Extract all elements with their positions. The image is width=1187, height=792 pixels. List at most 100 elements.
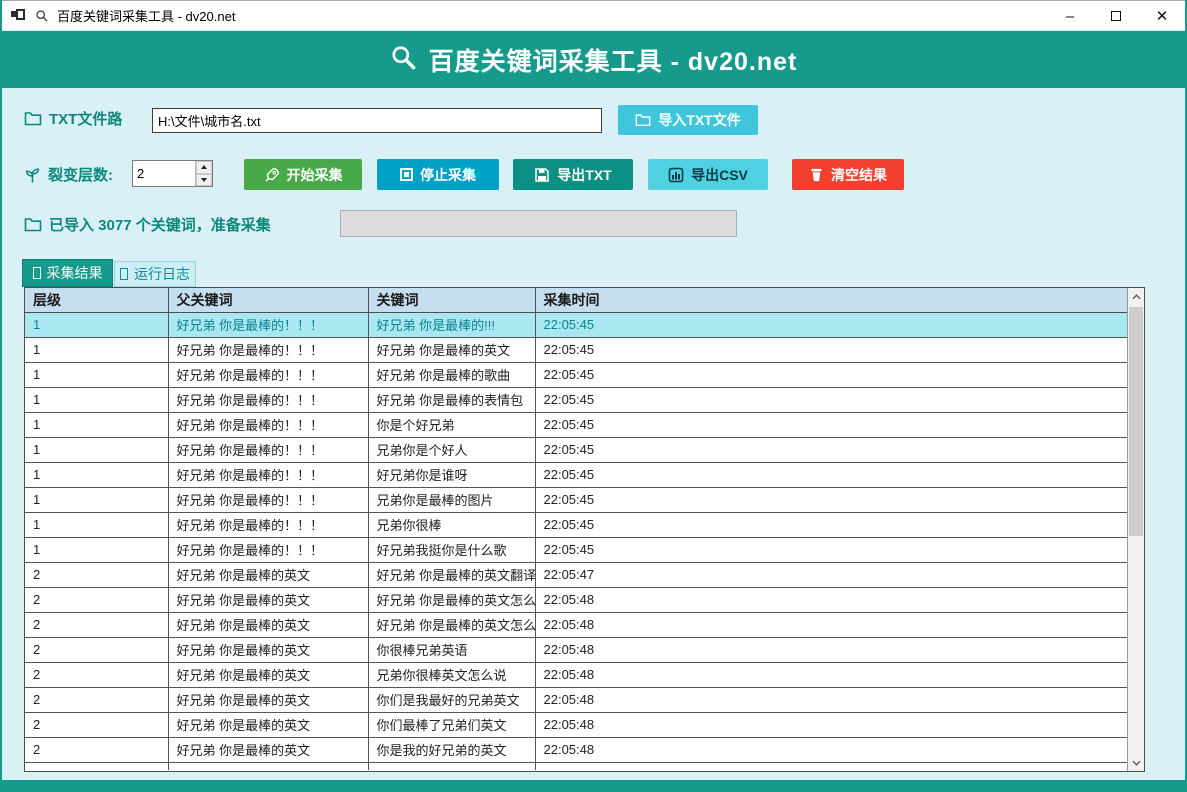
vertical-scrollbar[interactable] [1127, 288, 1144, 771]
scroll-up-button[interactable] [1128, 288, 1144, 305]
scroll-down-button[interactable] [1128, 754, 1144, 771]
table-cell: 好兄弟 你是最棒的歌曲 [368, 362, 535, 387]
table-cell: 2 [25, 637, 168, 662]
table-cell: 22:05:45 [535, 362, 1127, 387]
minimize-button[interactable]: – [1047, 1, 1093, 31]
stepper-down-button[interactable] [196, 174, 212, 187]
table-cell: 22:05:48 [535, 612, 1127, 637]
table-cell: 22:05:48 [535, 737, 1127, 762]
table-cell: 22:05:47 [535, 562, 1127, 587]
table-row[interactable]: 1好兄弟 你是最棒的！！！兄弟你是最棒的图片22:05:45 [25, 487, 1127, 512]
column-header[interactable]: 关键词 [368, 288, 535, 312]
table-cell: 好兄弟 你是最棒的！！！ [168, 387, 368, 412]
tab-log[interactable]: 运行日志 [114, 261, 196, 287]
table-row[interactable]: 1好兄弟 你是最棒的！！！兄弟你很棒22:05:45 [25, 512, 1127, 537]
start-collect-label: 开始采集 [287, 165, 343, 185]
table-cell: 好兄弟 你是最棒的英文 [168, 687, 368, 712]
table-cell: 22:05:45 [535, 512, 1127, 537]
table-cell: 你很棒兄弟英语 [368, 637, 535, 662]
table-cell: 22:05:48 [535, 712, 1127, 737]
table-row[interactable]: 2好兄弟 你是最棒的英文你们是我最好的兄弟英文22:05:48 [25, 687, 1127, 712]
table-row[interactable]: 1好兄弟 你是最棒的！！！好兄弟 你是最棒的!!!22:05:45 [25, 312, 1127, 337]
table-cell: 好兄弟 你是最棒的英文怎么... [368, 587, 535, 612]
clear-results-label: 清空结果 [831, 165, 887, 185]
folder-icon [635, 113, 651, 127]
app-icon [11, 9, 26, 22]
scrollbar-thumb[interactable] [1129, 307, 1143, 536]
table-row[interactable]: 2好兄弟 你是最棒的英文你是我的好兄弟的英文22:05:48 [25, 737, 1127, 762]
close-button[interactable]: ✕ [1139, 1, 1185, 31]
table-row[interactable]: 2好兄弟 你是最棒的英文你很棒兄弟英语22:05:48 [25, 637, 1127, 662]
tab-results[interactable]: 采集结果 [22, 259, 113, 287]
app-window: 百度关键词采集工具 - dv20.net – ✕ 百度关键词采集工具 - dv2… [0, 0, 1187, 792]
table-cell: 好兄弟 你是最棒的英文 [168, 712, 368, 737]
bar-chart-icon [668, 167, 684, 183]
stop-collect-button[interactable]: 停止采集 [377, 159, 499, 190]
folder-icon [24, 111, 42, 126]
export-txt-button[interactable]: 导出TXT [513, 159, 633, 190]
table-row[interactable]: 1好兄弟 你是最棒的！！！你是个好兄弟22:05:45 [25, 412, 1127, 437]
column-header[interactable]: 层级 [25, 288, 168, 312]
column-header[interactable]: 采集时间 [535, 288, 1127, 312]
export-csv-button[interactable]: 导出CSV [648, 159, 768, 190]
start-collect-button[interactable]: 开始采集 [244, 159, 362, 190]
chevron-down-icon [1132, 760, 1141, 766]
stepper-up-button[interactable] [196, 161, 212, 174]
column-header[interactable]: 父关键词 [168, 288, 368, 312]
table-row[interactable]: 2好兄弟 你是最棒的英文你们最棒了兄弟们英文22:05:48 [25, 712, 1127, 737]
maximize-icon [1111, 11, 1121, 21]
table-cell [25, 762, 168, 770]
table-cell: 22:05:45 [535, 537, 1127, 562]
table-row[interactable]: 1好兄弟 你是最棒的！！！好兄弟 你是最棒的表情包22:05:45 [25, 387, 1127, 412]
table-row[interactable]: 1好兄弟 你是最棒的！！！好兄弟我挺你是什么歌22:05:45 [25, 537, 1127, 562]
table-cell: 2 [25, 737, 168, 762]
file-path-input[interactable] [152, 108, 602, 133]
table-cell: 1 [25, 362, 168, 387]
table-row[interactable]: 2好兄弟 你是最棒的英文兄弟你很棒英文怎么说22:05:48 [25, 662, 1127, 687]
banner-title: 百度关键词采集工具 - dv20.net [429, 42, 798, 78]
table-row[interactable]: 1好兄弟 你是最棒的！！！兄弟你是个好人22:05:45 [25, 437, 1127, 462]
up-arrow-icon [201, 165, 207, 169]
results-tbody: 1好兄弟 你是最棒的！！！好兄弟 你是最棒的!!!22:05:451好兄弟 你是… [25, 312, 1127, 770]
table-cell: 好兄弟 你是最棒的英文 [168, 737, 368, 762]
table-cell: 兄弟你很棒英文怎么说 [368, 662, 535, 687]
table-cell: 22:05:45 [535, 387, 1127, 412]
table-cell: 兄弟你很棒 [368, 512, 535, 537]
table-cell: 2 [25, 687, 168, 712]
table-cell: 1 [25, 437, 168, 462]
table-cell: 好兄弟你是谁呀 [368, 462, 535, 487]
table-row[interactable]: 1好兄弟 你是最棒的！！！好兄弟 你是最棒的歌曲22:05:45 [25, 362, 1127, 387]
trash-icon [809, 167, 824, 183]
file-path-label-group: TXT文件路 [24, 108, 122, 129]
table-row[interactable]: 2好兄弟 你是最棒的英文好兄弟 你是最棒的英文翻译22:05:47 [25, 562, 1127, 587]
rocket-icon [264, 167, 280, 183]
table-cell: 22:05:48 [535, 687, 1127, 712]
clear-results-button[interactable]: 清空结果 [792, 159, 904, 190]
down-arrow-icon [201, 178, 207, 182]
table-cell: 好兄弟 你是最棒的！！！ [168, 312, 368, 337]
export-csv-label: 导出CSV [691, 165, 748, 185]
table-cell: 好兄弟 你是最棒的！！！ [168, 412, 368, 437]
table-cell: 22:05:45 [535, 487, 1127, 512]
table-cell [535, 762, 1127, 770]
table-cell: 好兄弟 你是最棒的英文翻译 [368, 562, 535, 587]
bottom-accent-strip [2, 780, 1185, 792]
table-row[interactable]: 2好兄弟 你是最棒的英文好兄弟 你是最棒的英文怎么...22:05:48 [25, 587, 1127, 612]
import-txt-button[interactable]: 导入TXT文件 [618, 105, 758, 135]
table-cell: 2 [25, 712, 168, 737]
table-row[interactable]: 2好兄弟 你是最棒的英文好兄弟 你是最棒的英文怎么...22:05:48 [25, 612, 1127, 637]
seedling-icon [24, 166, 41, 184]
table-cell: 好兄弟 你是最棒的！！！ [168, 487, 368, 512]
window-title: 百度关键词采集工具 - dv20.net [57, 6, 235, 25]
depth-label: 裂变层数: [48, 164, 113, 185]
table-cell: 22:05:45 [535, 462, 1127, 487]
floppy-icon [534, 167, 550, 183]
table-cell: 好兄弟 你是最棒的英文怎么... [368, 612, 535, 637]
table-row[interactable]: 1好兄弟 你是最棒的！！！好兄弟 你是最棒的英文22:05:45 [25, 337, 1127, 362]
maximize-button[interactable] [1093, 1, 1139, 31]
depth-input[interactable] [133, 161, 195, 186]
table-row[interactable]: 1好兄弟 你是最棒的！！！好兄弟你是谁呀22:05:45 [25, 462, 1127, 487]
table-cell: 好兄弟 你是最棒的英文 [168, 587, 368, 612]
table-cell: 1 [25, 337, 168, 362]
results-table: 层级父关键词关键词采集时间 1好兄弟 你是最棒的！！！好兄弟 你是最棒的!!!2… [24, 287, 1145, 772]
